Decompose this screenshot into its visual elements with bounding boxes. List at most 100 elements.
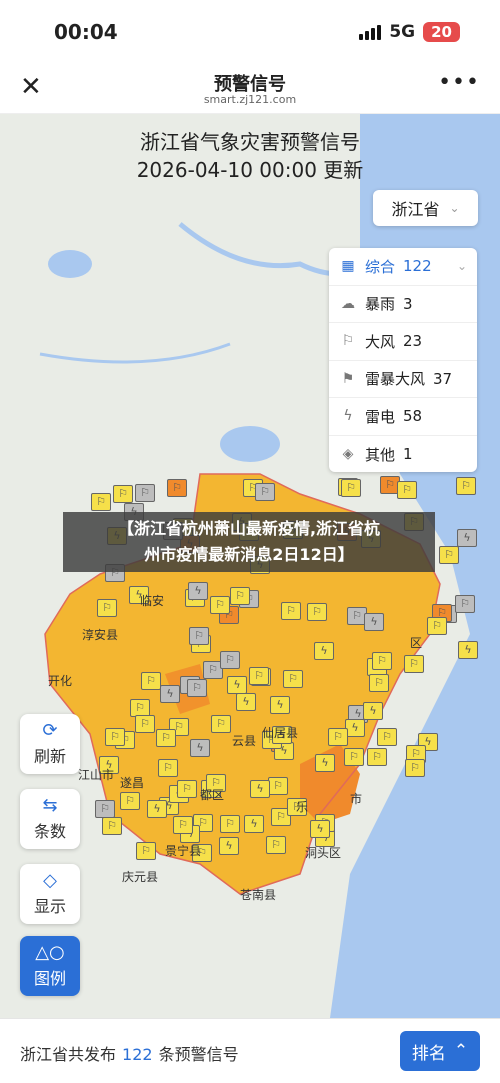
warning-marker-icon[interactable]: ⚐: [397, 481, 417, 499]
legend-count: 37: [433, 369, 453, 388]
warning-marker-icon[interactable]: ⚐: [230, 587, 250, 605]
legend-row-other[interactable]: ◈ 其他 1: [329, 436, 477, 474]
warning-marker-icon[interactable]: ⚐: [158, 759, 178, 777]
chevron-down-icon: ⌄: [456, 259, 467, 274]
count-button[interactable]: ⇆ 条数: [20, 789, 80, 849]
warning-marker-icon[interactable]: ϟ: [147, 800, 167, 818]
warning-marker-icon[interactable]: ⚐: [211, 715, 231, 733]
warning-marker-icon[interactable]: ⚐: [455, 595, 475, 613]
banner-line1: 【浙江省杭州萧山最新疫情,浙江省杭: [117, 519, 381, 538]
warning-marker-icon[interactable]: ⚐: [187, 679, 207, 697]
place-label: 市: [350, 792, 363, 806]
legend-label: 其他: [365, 445, 396, 464]
warning-marker-icon[interactable]: ϟ: [310, 820, 330, 838]
more-icon[interactable]: •••: [438, 70, 480, 95]
place-label: 江山市: [78, 768, 115, 782]
legend-button-label: 图例: [33, 969, 66, 988]
warning-marker-icon[interactable]: ⚐: [102, 817, 122, 835]
display-button[interactable]: ◇ 显示: [20, 864, 80, 924]
status-indicators: 5G 20: [359, 22, 460, 42]
warning-marker-icon[interactable]: ϟ: [457, 529, 477, 547]
warning-marker-icon[interactable]: ⚐: [344, 748, 364, 766]
warning-marker-icon[interactable]: ⚐: [136, 842, 156, 860]
chevron-down-icon: ⌄: [449, 201, 460, 215]
warning-marker-icon[interactable]: ⚐: [456, 477, 476, 495]
rank-button[interactable]: 排名 ⌃: [400, 1031, 480, 1071]
warning-marker-icon[interactable]: ϟ: [236, 693, 256, 711]
warning-marker-icon[interactable]: ⚐: [97, 599, 117, 617]
swap-icon: ⇆: [42, 795, 58, 816]
warning-marker-icon[interactable]: ⚐: [113, 485, 133, 503]
warning-marker-icon[interactable]: ϟ: [364, 613, 384, 631]
status-bar: 00:04 5G 20: [0, 0, 500, 62]
news-banner[interactable]: 【浙江省杭州萧山最新疫情,浙江省杭 州市疫情最新消息2日12日】: [63, 512, 435, 572]
rank-label: 排名: [411, 1043, 446, 1064]
legend-row-combined[interactable]: ▦ 综合 122 ⌄: [329, 248, 477, 286]
warning-marker-icon[interactable]: ϟ: [227, 676, 247, 694]
warning-marker-icon[interactable]: ⚐: [220, 651, 240, 669]
legend-button[interactable]: △○ 图例: [20, 936, 80, 996]
warning-marker-icon[interactable]: ⚐: [439, 546, 459, 564]
province-select[interactable]: 浙江省 ⌄: [373, 190, 478, 226]
warning-marker-icon[interactable]: ϟ: [314, 642, 334, 660]
warning-marker-icon[interactable]: ⚐: [255, 483, 275, 501]
warning-marker-icon[interactable]: ⚐: [120, 792, 140, 810]
warning-marker-icon[interactable]: ϟ: [250, 780, 270, 798]
warning-marker-icon[interactable]: ⚐: [135, 715, 155, 733]
warning-marker-icon[interactable]: ϟ: [190, 739, 210, 757]
refresh-icon: ⟳: [42, 720, 58, 741]
footer-prefix: 浙江省共发布: [20, 1045, 117, 1064]
warning-marker-icon[interactable]: ϟ: [315, 754, 335, 772]
warning-marker-icon[interactable]: ⚐: [404, 655, 424, 673]
warning-marker-icon[interactable]: ⚐: [177, 780, 197, 798]
place-label: 苍南县: [240, 888, 277, 902]
legend-row-thunder-wind[interactable]: ⚑ 雷暴大风 37: [329, 361, 477, 398]
warning-marker-icon[interactable]: ϟ: [188, 582, 208, 600]
legend-row-wind[interactable]: ⚐ 大风 23: [329, 323, 477, 361]
banner-line2: 州市疫情最新消息2日12日】: [144, 545, 354, 564]
warning-marker-icon[interactable]: ϟ: [244, 815, 264, 833]
grid-icon: ▦: [341, 258, 355, 275]
warning-marker-icon[interactable]: ⚐: [220, 815, 240, 833]
warning-marker-icon[interactable]: ⚐: [95, 800, 115, 818]
refresh-button[interactable]: ⟳ 刷新: [20, 714, 80, 774]
warning-marker-icon[interactable]: ⚐: [189, 627, 209, 645]
signal-icon: [359, 24, 382, 40]
warning-map[interactable]: 浙江省气象灾害预警信号 2026-04-10 00:00 更新 ϟ⚐⚐ϟ⚐⚐ϟ⚐…: [0, 114, 500, 1018]
warning-marker-icon[interactable]: ⚐: [369, 674, 389, 692]
warning-marker-icon[interactable]: ⚐: [210, 596, 230, 614]
warning-marker-icon[interactable]: ⚐: [341, 479, 361, 497]
warning-marker-icon[interactable]: ⚐: [91, 493, 111, 511]
map-title: 浙江省气象灾害预警信号 2026-04-10 00:00 更新: [0, 128, 500, 184]
warning-marker-icon[interactable]: ⚐: [328, 728, 348, 746]
footer-suffix: 条预警信号: [158, 1045, 239, 1064]
warning-marker-icon[interactable]: ⚐: [135, 484, 155, 502]
warning-marker-icon[interactable]: ⚐: [281, 602, 301, 620]
warning-marker-icon[interactable]: ⚐: [268, 777, 288, 795]
warning-marker-icon[interactable]: ⚐: [156, 729, 176, 747]
legend-row-rain[interactable]: ☁ 暴雨 3: [329, 286, 477, 323]
warning-marker-icon[interactable]: ⚐: [249, 667, 269, 685]
warning-marker-icon[interactable]: ⚐: [105, 728, 125, 746]
warning-marker-icon[interactable]: ⚐: [367, 748, 387, 766]
map-title-line1: 浙江省气象灾害预警信号: [140, 130, 360, 154]
warning-marker-icon[interactable]: ⚐: [173, 816, 193, 834]
warning-marker-icon[interactable]: ⚐: [427, 617, 447, 635]
warning-marker-icon[interactable]: ⚐: [141, 672, 161, 690]
warning-marker-icon[interactable]: ⚐: [283, 670, 303, 688]
warning-marker-icon[interactable]: ⚐: [405, 759, 425, 777]
legend-count: 3: [403, 294, 413, 313]
warning-marker-icon[interactable]: ϟ: [363, 702, 383, 720]
warning-marker-icon[interactable]: ϟ: [345, 719, 365, 737]
warning-marker-icon[interactable]: ϟ: [160, 685, 180, 703]
legend-label: 大风: [365, 332, 396, 351]
legend-row-lightning[interactable]: ϟ 雷电 58: [329, 398, 477, 436]
warning-marker-icon[interactable]: ⚐: [266, 836, 286, 854]
warning-marker-icon[interactable]: ⚐: [372, 652, 392, 670]
warning-marker-icon[interactable]: ⚐: [307, 603, 327, 621]
warning-marker-icon[interactable]: ⚐: [167, 479, 187, 497]
warning-marker-icon[interactable]: ϟ: [219, 837, 239, 855]
warning-marker-icon[interactable]: ϟ: [270, 696, 290, 714]
warning-marker-icon[interactable]: ϟ: [458, 641, 478, 659]
warning-marker-icon[interactable]: ⚐: [377, 728, 397, 746]
